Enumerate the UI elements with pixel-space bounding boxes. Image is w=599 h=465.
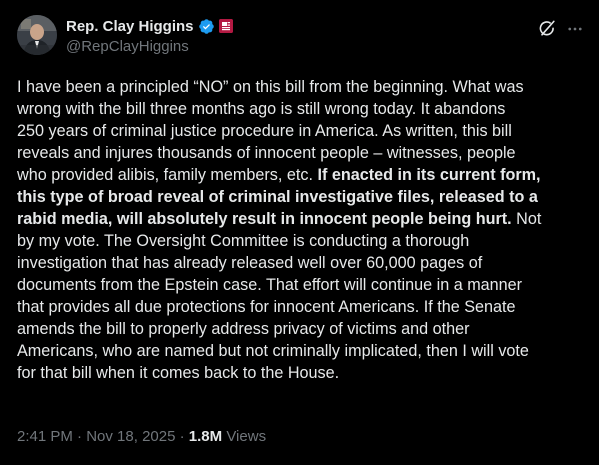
post-text-segment: wrong with the bill three months ago is … [17,100,506,118]
grok-icon[interactable] [538,19,557,38]
post-text-bold-segment: If enacted in its current form, [317,166,541,184]
post-text-line: documents from the Epstein case. That ef… [17,274,587,296]
more-options-icon[interactable] [566,20,584,38]
post-text-line: 250 years of criminal justice procedure … [17,120,587,142]
post-text-line: by my vote. The Oversight Committee is c… [17,230,587,252]
views-count: 1.8M [188,428,223,445]
us-government-affiliation-icon[interactable] [218,19,233,33]
post-text-line: who provided alibis, family members, etc… [17,164,587,186]
post-text-segment: for that bill when it comes back to the … [17,364,340,382]
post-text-line: investigation that has already released … [17,252,587,274]
author-handle[interactable]: @RepClayHiggins [66,38,189,55]
post-text-line: rabid media, will absolutely result in i… [17,208,587,230]
views-label: Views [222,428,267,445]
meta-separator: · [175,428,189,445]
post-text-segment: Not [511,210,542,228]
post: Rep. Clay Higgins @RepClayHiggins I have… [0,0,599,465]
post-text-line: this type of broad reveal of criminal in… [17,186,587,208]
post-text-segment: I have been a principled “NO” on this bi… [17,78,524,96]
post-text-line: amends the bill to properly address priv… [17,318,587,340]
avatar-photo [17,15,57,55]
post-text-segment: amends the bill to properly address priv… [17,320,470,338]
post-text-segment: reveals and injures thousands of innocen… [17,144,516,162]
post-text-line: I have been a principled “NO” on this bi… [17,76,587,98]
post-text-bold-segment: rabid media, will absolutely result in i… [17,210,512,228]
post-text-segment: documents from the Epstein case. That ef… [17,276,523,294]
author-display-name[interactable]: Rep. Clay Higgins [66,18,194,35]
avatar[interactable] [17,15,57,55]
author-name-row: Rep. Clay Higgins [66,17,233,35]
post-text-segment: by my vote. The Oversight Committee is c… [17,232,470,250]
post-text-segment: 250 years of criminal justice procedure … [17,122,512,140]
post-text-line: reveals and injures thousands of innocen… [17,142,587,164]
post-text-segment: who provided alibis, family members, etc… [17,166,318,184]
post-text-line: that provides all due protections for in… [17,296,587,318]
post-text-line: for that bill when it comes back to the … [17,362,587,384]
post-text-segment: that provides all due protections for in… [17,298,516,316]
post-text-segment: Americans, who are named but not crimina… [17,342,529,360]
post-time[interactable]: 2:41 PM [17,428,73,445]
verified-badge-icon[interactable] [198,18,215,35]
post-text-line: wrong with the bill three months ago is … [17,98,587,120]
meta-separator: · [72,428,87,445]
post-text-segment: investigation that has already released … [17,254,483,272]
post-text: I have been a principled “NO” on this bi… [17,76,587,384]
post-text-bold-segment: this type of broad reveal of criminal in… [17,188,538,206]
post-date[interactable]: Nov 18, 2025 [86,428,175,445]
post-text-line: Americans, who are named but not crimina… [17,340,587,362]
post-meta: 2:41 PM · Nov 18, 2025 · 1.8M Views [17,428,266,445]
